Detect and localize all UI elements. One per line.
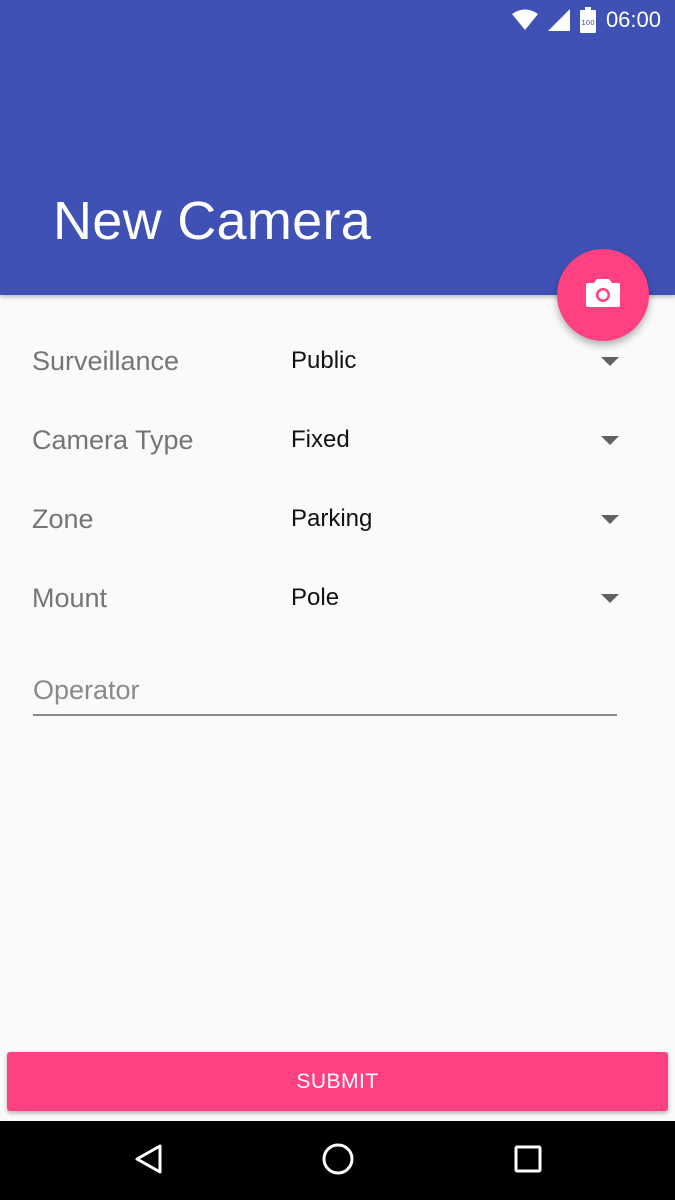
mount-label: Mount [32, 582, 108, 613]
zone-row: Zone Parking [32, 494, 622, 544]
back-button[interactable] [126, 1139, 170, 1183]
mount-row: Mount Pole [32, 573, 622, 623]
camera-type-row: Camera Type Fixed [32, 415, 622, 465]
dropdown-arrow-icon [601, 356, 619, 366]
operator-input[interactable]: Operator [33, 668, 617, 716]
battery-level: 100 [581, 19, 594, 27]
mount-dropdown[interactable]: Pole [291, 573, 622, 623]
surveillance-dropdown[interactable]: Public [291, 336, 622, 386]
dropdown-arrow-icon [601, 435, 619, 445]
signal-icon [547, 9, 570, 31]
take-photo-button[interactable] [557, 249, 649, 341]
surveillance-value: Public [291, 347, 357, 374]
camera-type-label: Camera Type [32, 424, 194, 455]
app-bar: 100 06:00 New Camera [0, 0, 675, 295]
camera-type-value: Fixed [291, 426, 350, 453]
camera-type-dropdown[interactable]: Fixed [291, 415, 622, 465]
surveillance-row: Surveillance Public [32, 336, 622, 386]
dropdown-arrow-icon [601, 593, 619, 603]
surveillance-label: Surveillance [32, 345, 180, 376]
recents-icon [513, 1144, 543, 1179]
back-icon [133, 1143, 163, 1180]
camera-icon [585, 278, 621, 313]
dropdown-arrow-icon [601, 514, 619, 524]
mount-value: Pole [291, 584, 340, 611]
wifi-icon [511, 9, 538, 31]
status-bar: 100 06:00 [0, 0, 675, 40]
recents-button[interactable] [506, 1139, 550, 1183]
home-button[interactable] [316, 1139, 360, 1183]
zone-label: Zone [32, 503, 94, 534]
zone-value: Parking [291, 505, 373, 532]
status-clock: 06:00 [605, 7, 661, 32]
battery-icon: 100 [579, 7, 596, 33]
navigation-bar [0, 1121, 675, 1200]
zone-dropdown[interactable]: Parking [291, 494, 622, 544]
home-icon [321, 1142, 355, 1181]
operator-placeholder: Operator [33, 675, 140, 705]
page-title: New Camera [53, 191, 372, 251]
submit-button[interactable]: SUBMIT [7, 1052, 668, 1111]
